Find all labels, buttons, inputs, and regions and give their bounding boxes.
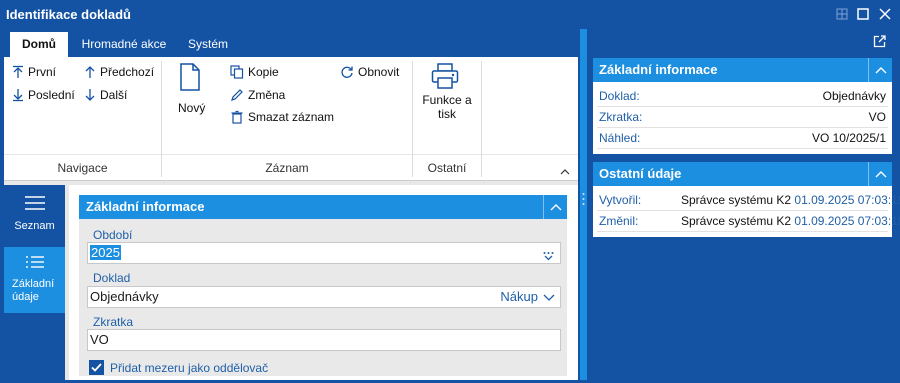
content-area: Základní informace Období 2025 Doklad Ob… <box>69 185 578 380</box>
group-separator <box>481 61 482 177</box>
zkratka-value: VO <box>90 332 109 347</box>
info-row-doklad: Doklad: Objednávky <box>597 86 888 107</box>
ribbon: První Poslední Předchozí Další Navigace … <box>4 57 578 181</box>
copy-button[interactable]: Kopie <box>230 65 279 79</box>
info-row-nahled: Náhled: VO 10/2025/1 <box>597 128 888 149</box>
tab-domu[interactable]: Domů <box>10 32 68 57</box>
ribbon-tabs: Domů Hromadné akce Systém <box>4 29 578 57</box>
group-label-navigace: Navigace <box>57 161 108 175</box>
side-navigation: Seznam Základní údaje <box>4 185 65 380</box>
group-label-divider <box>4 154 578 155</box>
new-document-icon <box>179 63 200 91</box>
obdobi-label: Období <box>93 228 133 242</box>
section-collapse-button[interactable] <box>543 195 567 219</box>
first-button[interactable]: První <box>12 65 56 79</box>
new-button[interactable]: Nový <box>178 63 205 115</box>
separator-checkbox[interactable]: Přidat mezeru jako oddělovač <box>89 360 268 375</box>
doklad-label: Doklad <box>93 271 131 285</box>
arrow-up-icon <box>85 66 95 78</box>
group-label-ostatni: Ostatní <box>427 161 467 175</box>
doklad-value: Objednávky <box>90 289 159 304</box>
maximize-icon[interactable] <box>853 4 873 24</box>
printer-icon <box>431 63 459 89</box>
print-functions-button[interactable]: Funkce a tisk <box>416 63 478 121</box>
list-menu-icon <box>24 196 45 210</box>
info-other-section: Ostatní údaje Vytvořil: Správce systému K… <box>593 162 900 237</box>
last-button[interactable]: Poslední <box>12 88 75 102</box>
details-list-icon <box>25 256 44 268</box>
popout-icon[interactable] <box>873 35 886 51</box>
refresh-button[interactable]: Obnovit <box>340 65 399 79</box>
title-bar: Identifikace dokladů <box>0 0 900 28</box>
zkratka-label: Zkratka <box>93 315 134 329</box>
refresh-icon <box>341 66 353 78</box>
arrow-first-icon <box>13 65 23 78</box>
chevron-up-icon[interactable] <box>868 162 892 186</box>
trash-icon <box>231 110 243 124</box>
obdobi-field[interactable]: 2025 <box>87 242 561 264</box>
chevron-up-icon <box>550 204 561 211</box>
restore-icon[interactable] <box>832 4 852 24</box>
tab-system[interactable]: Systém <box>180 32 236 57</box>
info-row-modified: Změnil: Správce systému K2 01.09.2025 07:… <box>597 211 900 232</box>
info-basic-header: Základní informace <box>593 58 892 82</box>
checkbox-label: Přidat mezeru jako oddělovač <box>110 360 269 375</box>
next-button[interactable]: Další <box>84 88 127 102</box>
doklad-select[interactable]: Objednávky Nákup <box>87 286 561 308</box>
chevron-up-icon[interactable] <box>868 58 892 82</box>
window-title: Identifikace dokladů <box>6 6 131 22</box>
info-other-header: Ostatní údaje <box>593 162 892 186</box>
main-pane: Domů Hromadné akce Systém První Poslední… <box>4 29 578 380</box>
group-label-zaznam: Záznam <box>265 161 309 175</box>
tab-hromadne-akce[interactable]: Hromadné akce <box>74 32 174 57</box>
section-header: Základní informace <box>79 195 567 219</box>
info-panel: Základní informace Doklad: Objednávky Zkr… <box>589 29 900 380</box>
info-row-zkratka: Zkratka: VO <box>597 107 888 128</box>
arrow-down-icon <box>85 89 95 101</box>
doklad-tag: Nákup <box>500 289 538 304</box>
previous-button[interactable]: Předchozí <box>84 65 154 79</box>
group-separator <box>412 61 413 177</box>
basic-info-section: Základní informace Období 2025 Doklad Ob… <box>79 195 567 376</box>
obdobi-value: 2025 <box>90 245 121 260</box>
close-icon[interactable] <box>875 4 895 24</box>
group-separator <box>161 61 162 177</box>
nav-seznam[interactable]: Seznam <box>4 185 65 237</box>
arrow-last-icon <box>13 89 23 102</box>
info-row-created: Vytvořil: Správce systému K2 01.09.2025 0… <box>597 190 900 211</box>
info-basic-section: Základní informace Doklad: Objednávky Zkr… <box>593 58 892 154</box>
pencil-icon <box>231 89 243 101</box>
copy-icon <box>230 65 244 79</box>
collapse-ribbon-icon[interactable] <box>560 165 570 179</box>
zkratka-field[interactable]: VO <box>87 329 561 351</box>
chevron-down-icon[interactable] <box>543 288 555 308</box>
period-picker-icon[interactable] <box>543 247 554 267</box>
pane-splitter[interactable] <box>578 29 589 380</box>
nav-zakladni-udaje[interactable]: Základní údaje <box>4 247 65 313</box>
checkbox-checked-icon[interactable] <box>89 360 104 375</box>
delete-button[interactable]: Smazat záznam <box>230 110 334 124</box>
edit-button[interactable]: Změna <box>230 88 285 102</box>
drag-handle-icon <box>582 193 585 205</box>
